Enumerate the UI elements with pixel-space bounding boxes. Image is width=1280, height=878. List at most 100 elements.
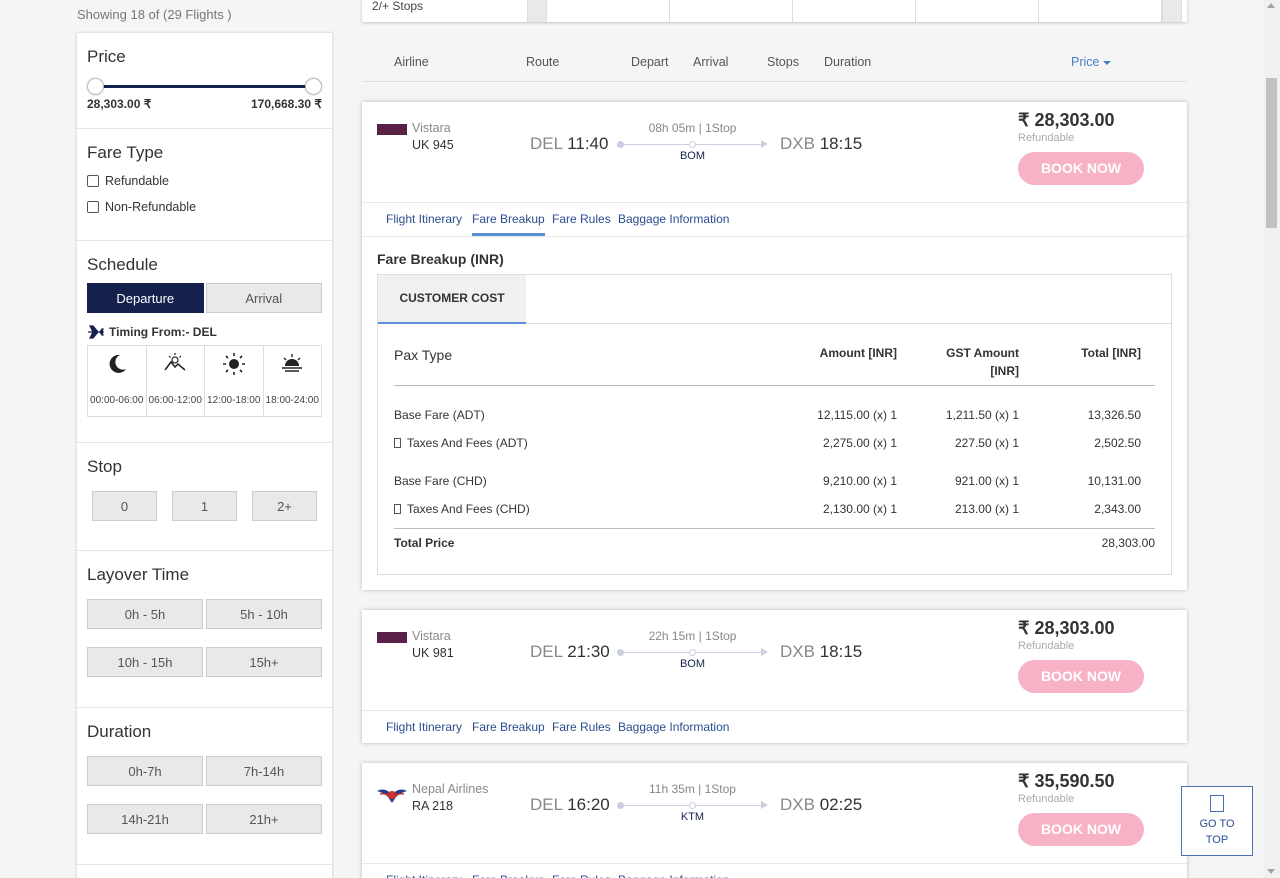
refundable-checkbox[interactable]: Refundable	[87, 171, 322, 191]
duration-14-21-button[interactable]: 14h-21h	[87, 804, 203, 834]
strip-cell[interactable]	[793, 0, 916, 22]
tab-baggage-information[interactable]: Baggage Information	[618, 720, 729, 741]
stop-2plus-button[interactable]: 2+	[252, 491, 317, 521]
go-to-top-button[interactable]: GO TO TOP	[1181, 786, 1253, 856]
layover-15plus-button[interactable]: 15h+	[206, 647, 322, 677]
arrival: DXB 18:15	[780, 642, 862, 662]
fare-breakup-panel: Fare Breakup (INR) CUSTOMER COST Pax Typ…	[362, 236, 1187, 590]
price-min-handle[interactable]	[87, 78, 104, 95]
strip-spacer	[1162, 0, 1182, 22]
departure: DEL 11:40	[530, 134, 608, 154]
tab-fare-breakup[interactable]: Fare Breakup	[472, 720, 545, 741]
go-to-top-line2: TOP	[1205, 834, 1229, 846]
sort-depart[interactable]: Depart	[631, 55, 669, 69]
layover-5-10-button[interactable]: 5h - 10h	[206, 599, 322, 629]
tab-flight-itinerary[interactable]: Flight Itinerary	[386, 873, 462, 878]
layover-0-5-button[interactable]: 0h - 5h	[87, 599, 203, 629]
tab-fare-rules[interactable]: Fare Rules	[552, 212, 611, 233]
flight-code: UK 981	[412, 646, 454, 660]
refund-status: Refundable	[1018, 132, 1075, 144]
stop-1-button[interactable]: 1	[172, 491, 237, 521]
tab-fare-rules[interactable]: Fare Rules	[552, 873, 611, 878]
arr-time: 18:15	[819, 134, 863, 153]
non-refundable-checkbox[interactable]: Non-Refundable	[87, 197, 322, 217]
checkbox-box[interactable]	[87, 175, 99, 187]
row-total: 2,343.00	[1094, 502, 1141, 516]
stop-filter: Stop 0 1 2+	[77, 443, 332, 551]
row-label: Taxes And Fees (ADT)	[407, 436, 528, 450]
tab-fare-breakup[interactable]: Fare Breakup	[472, 873, 545, 878]
scroll-down-icon[interactable]	[1267, 869, 1275, 874]
layover-10-15-button[interactable]: 10h - 15h	[87, 647, 203, 677]
duration-0-7-button[interactable]: 0h-7h	[87, 756, 203, 786]
header-pax-type: Pax Type	[394, 347, 453, 363]
flight-duration: 22h 15m | 1Stop	[648, 629, 737, 643]
tab-baggage-information[interactable]: Baggage Information	[618, 873, 729, 878]
price-slider-track	[95, 85, 314, 88]
route-line	[617, 648, 768, 656]
nepal-airlines-logo-icon	[377, 789, 407, 803]
total-price-label: Total Price	[394, 536, 455, 550]
airline-name: Vistara	[412, 629, 451, 643]
duration-21plus-button[interactable]: 21h+	[206, 804, 322, 834]
time-slot-night[interactable]: 00:00-06:00	[88, 346, 147, 416]
flight-card: Vistara UK 981 DEL 21:30 22h 15m | 1Stop…	[362, 610, 1187, 743]
sunset-icon	[282, 354, 303, 372]
checkbox-box[interactable]	[87, 201, 99, 213]
header-gst-2: [INR]	[990, 364, 1019, 378]
card-tabs: Flight Itinerary Fare Breakup Fare Rules…	[362, 710, 1187, 744]
arrival: DXB 18:15	[780, 134, 862, 154]
scrollbar-thumb[interactable]	[1266, 78, 1277, 228]
sort-arrival[interactable]: Arrival	[693, 55, 728, 69]
layover-title: Layover Time	[87, 565, 190, 584]
book-now-button[interactable]: BOOK NOW	[1018, 660, 1144, 693]
scroll-up-icon[interactable]	[1267, 3, 1275, 8]
price-max-value: 170,668.30 ₹	[250, 97, 322, 111]
row-amount: 2,130.00 (x) 1	[822, 502, 897, 516]
departure-tab[interactable]: Departure	[87, 283, 204, 313]
duration-7-14-button[interactable]: 7h-14h	[206, 756, 322, 786]
duration-filter: Duration 0h-7h 7h-14h 14h-21h 21h+	[77, 708, 332, 865]
price-max-handle[interactable]	[305, 78, 322, 95]
strip-cell[interactable]	[1039, 0, 1162, 22]
sort-route[interactable]: Route	[526, 55, 559, 69]
refund-status: Refundable	[1018, 640, 1075, 652]
slot-label: 12:00-18:00	[207, 395, 261, 406]
sort-stops[interactable]: Stops	[767, 55, 799, 69]
price-slider[interactable]	[87, 75, 322, 99]
price-title: Price	[87, 47, 126, 66]
results-count: Showing 18 of (29 Flights )	[77, 7, 232, 22]
timing-from: Timing From:- DEL	[87, 325, 322, 339]
stop-0-button[interactable]: 0	[92, 491, 157, 521]
time-slot-afternoon[interactable]: 12:00-18:00	[205, 346, 264, 416]
schedule-filter: Schedule Departure Arrival Timing From:-…	[77, 241, 332, 443]
tab-baggage-information[interactable]: Baggage Information	[618, 212, 729, 233]
arrival-tab[interactable]: Arrival	[205, 283, 322, 313]
tab-flight-itinerary[interactable]: Flight Itinerary	[386, 212, 462, 233]
flight-code: RA 218	[412, 799, 454, 813]
time-slot-morning[interactable]: 06:00-12:00	[147, 346, 205, 416]
tab-flight-itinerary[interactable]: Flight Itinerary	[386, 720, 462, 741]
book-now-button[interactable]: BOOK NOW	[1018, 152, 1144, 185]
total-price-value: 28,303.00	[1101, 536, 1155, 550]
strip-cell[interactable]	[670, 0, 793, 22]
row-amount: 2,275.00 (x) 1	[822, 436, 897, 450]
tab-customer-cost[interactable]: CUSTOMER COST	[378, 275, 526, 324]
fare-type-filter: Fare Type Refundable Non-Refundable	[77, 129, 332, 241]
vistara-logo-icon	[377, 124, 407, 135]
departure: DEL 21:30	[530, 642, 610, 662]
sort-price[interactable]: Price	[1071, 55, 1111, 69]
page-scrollbar[interactable]	[1263, 0, 1280, 878]
time-slot-evening[interactable]: 18:00-24:00	[264, 346, 322, 416]
arrow-up-icon	[1210, 795, 1224, 812]
tab-fare-breakup[interactable]: Fare Breakup	[472, 212, 545, 236]
sort-airline[interactable]: Airline	[394, 55, 429, 69]
row-label: Taxes And Fees (CHD)	[407, 502, 530, 516]
sort-duration[interactable]: Duration	[824, 55, 871, 69]
strip-cell[interactable]	[916, 0, 1039, 22]
arr-code: DXB	[780, 642, 815, 661]
book-now-button[interactable]: BOOK NOW	[1018, 813, 1144, 846]
flight-card: Vistara UK 945 DEL 11:40 08h 05m | 1Stop…	[362, 102, 1187, 590]
tab-fare-rules[interactable]: Fare Rules	[552, 720, 611, 741]
strip-cell[interactable]	[547, 0, 670, 22]
